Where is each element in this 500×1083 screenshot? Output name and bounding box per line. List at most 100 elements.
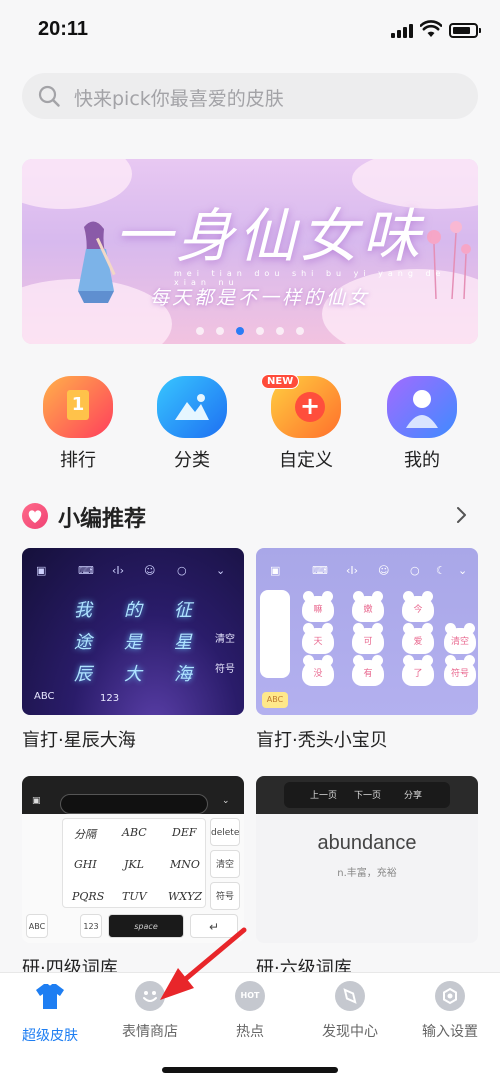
collapse-icon: ⌄ [458, 564, 468, 577]
emoji-icon: ☺ [144, 564, 156, 577]
cellular-signal-icon [391, 24, 413, 38]
key: 途 [74, 632, 92, 653]
entry-ranking-label: 排行 [60, 450, 96, 471]
key: 我 [74, 600, 92, 621]
search-icon: ○ [410, 564, 420, 577]
entry-mine[interactable]: 我的 [378, 376, 466, 472]
logo-icon: ▣ [270, 564, 281, 577]
next-page-button: 下一页 [354, 791, 382, 801]
skin-card-star-sea[interactable]: ▣ ⌨ ‹I› ☺ ○ ⌄ 我 的 征 途 是 星 辰 大 海 清空 符号 AB… [22, 548, 244, 752]
carousel-dot[interactable] [276, 327, 284, 335]
home-indicator [162, 1067, 338, 1073]
key: 分隔 [74, 828, 96, 841]
moon-icon: ☾ [436, 564, 446, 577]
skin-card-bald-baby[interactable]: ▣ ⌨ ‹I› ☺ ○ ☾ ⌄ 嘛 嫩 今 天 可 爱 没 有 了 清空 符号 … [256, 548, 478, 752]
carousel-dot[interactable] [296, 327, 304, 335]
section-title: 小编推荐 [58, 507, 147, 532]
carousel-dot[interactable] [196, 327, 204, 335]
search-icon [38, 85, 60, 107]
side-key: 123 [100, 693, 120, 704]
entry-mine-label: 我的 [404, 450, 440, 471]
key: 海 [174, 664, 192, 685]
tab-hot[interactable]: HOT 热点 [200, 981, 300, 1041]
key: TUV [122, 890, 147, 903]
key: 征 [174, 600, 192, 621]
logo-icon: ▣ [36, 564, 47, 577]
side-key: ABC [262, 692, 288, 708]
toolbar-pill: 上一页 下一页 分享 [284, 782, 450, 808]
compass-icon [335, 981, 365, 1011]
heart-icon [22, 503, 48, 529]
key: PQRS [72, 890, 105, 903]
key: 嘛 [302, 591, 334, 622]
entry-category-label: 分类 [174, 450, 210, 471]
settings-hexagon-icon [435, 981, 465, 1011]
banner-subtitle: 每天都是不一样的仙女 [150, 287, 371, 309]
skin-preview-cet6: 上一页 下一页 分享 abundance n.丰富，充裕 [256, 776, 478, 943]
key: 今 [402, 591, 434, 622]
enter-key: ↵ [190, 914, 238, 938]
skin-card-cet4[interactable]: ▣ ⌄ 分隔 ABC DEF GHI JKL MNO PQRS TUV WXYZ… [22, 776, 244, 980]
logo-icon: ▣ [32, 796, 41, 806]
keyboard-icon: ⌨ [312, 564, 328, 577]
side-key: delete [210, 818, 240, 846]
side-key: ABC [26, 914, 48, 938]
key: 是 [124, 632, 142, 653]
chevron-right-icon[interactable] [452, 506, 470, 524]
side-key: 清空 [210, 850, 240, 878]
skin-preview-star-sea: ▣ ⌨ ‹I› ☺ ○ ⌄ 我 的 征 途 是 星 辰 大 海 清空 符号 AB… [22, 548, 244, 715]
flowers-illustration [427, 221, 471, 299]
status-bar: 20:11 [0, 0, 500, 62]
tab-label: 热点 [236, 1024, 264, 1040]
side-key: 符号 [210, 882, 240, 910]
skin-card-caption: 盲打·秃头小宝贝 [256, 730, 388, 751]
status-time: 20:11 [38, 18, 89, 40]
carousel-dot-active[interactable] [236, 327, 244, 335]
search-bar[interactable]: 快来pick你最喜爱的皮肤 [22, 73, 478, 119]
key: 可 [352, 623, 384, 654]
key: 大 [124, 664, 142, 685]
key: 爱 [402, 623, 434, 654]
key: MNO [170, 858, 200, 871]
cursor-icon: ‹I› [112, 564, 125, 577]
side-key: 清空 [444, 623, 476, 654]
carousel-indicator [22, 327, 478, 335]
vocab-meaning: n.丰富，充裕 [337, 868, 397, 879]
entry-category[interactable]: 分类 [148, 376, 236, 472]
key: 星 [174, 632, 192, 653]
share-button: 分享 [404, 791, 423, 801]
key: 了 [402, 655, 434, 686]
side-key: 123 [80, 914, 102, 938]
side-key: 清空 [215, 634, 235, 645]
key: WXYZ [168, 890, 203, 903]
prev-page-button: 上一页 [310, 791, 338, 801]
tab-label: 超级皮肤 [22, 1028, 78, 1044]
toolbar-pill [60, 794, 208, 814]
key: JKL [124, 858, 144, 871]
key: 嫩 [352, 591, 384, 622]
key: GHI [74, 858, 97, 871]
skin-preview-bald-baby: ▣ ⌨ ‹I› ☺ ○ ☾ ⌄ 嘛 嫩 今 天 可 爱 没 有 了 清空 符号 … [256, 548, 478, 715]
entry-custom[interactable]: + NEW 自定义 [261, 374, 350, 472]
user-profile-icon [387, 376, 457, 438]
side-key-panel [260, 590, 290, 678]
tab-discover[interactable]: 发现中心 [300, 981, 400, 1041]
entry-ranking[interactable]: 1 排行 [34, 376, 122, 472]
key: 的 [124, 600, 142, 621]
key: DEF [172, 826, 197, 839]
new-badge: NEW [261, 374, 300, 389]
tab-input-settings[interactable]: 输入设置 [400, 981, 500, 1041]
carousel-dot[interactable] [216, 327, 224, 335]
collapse-icon: ⌄ [222, 796, 230, 806]
carousel-dot[interactable] [256, 327, 264, 335]
tab-emoji-store[interactable]: 表情商店 [100, 981, 200, 1041]
banner-title: 一身仙女味 [114, 202, 425, 270]
key: 辰 [74, 664, 92, 685]
tab-super-skin[interactable]: 超级皮肤 [0, 981, 100, 1045]
key: 有 [352, 655, 384, 686]
entry-custom-label: 自定义 [279, 450, 333, 471]
search-placeholder: 快来pick你最喜爱的皮肤 [74, 88, 284, 110]
promo-banner[interactable]: 一身仙女味 mei tian dou shi bu yi yang de xia… [22, 159, 478, 344]
wifi-icon [420, 20, 442, 37]
skin-card-cet6[interactable]: 上一页 下一页 分享 abundance n.丰富，充裕 研·六级词库 [256, 776, 478, 980]
